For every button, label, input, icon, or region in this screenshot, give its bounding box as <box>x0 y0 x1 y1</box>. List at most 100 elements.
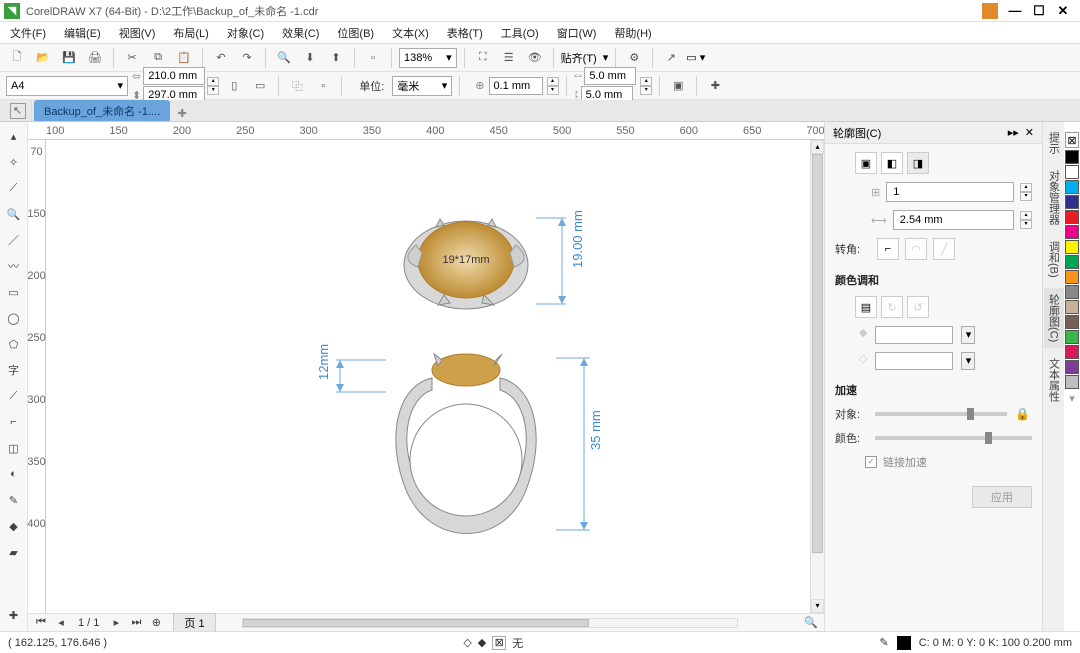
menu-layout[interactable]: 布局(L) <box>169 23 212 43</box>
color-swatch[interactable] <box>1065 330 1079 344</box>
cw-blend-icon[interactable]: ↻ <box>881 296 903 318</box>
outline-pen-icon[interactable]: ✎ <box>880 636 889 649</box>
document-tab[interactable]: Backup_of_未命名 -1.... <box>34 100 170 121</box>
export-icon[interactable]: ⬆ <box>325 47 347 69</box>
user-icon[interactable] <box>982 3 998 19</box>
text-tool-icon[interactable]: 字 <box>4 360 24 380</box>
canvas[interactable]: 19*17mm 19.00 mm <box>46 140 810 613</box>
menu-help[interactable]: 帮助(H) <box>610 23 655 43</box>
interactive-fill-icon[interactable]: ◆ <box>4 516 24 536</box>
print-icon[interactable]: 🖨 <box>84 47 106 69</box>
fill-color-dropdown[interactable]: ▾ <box>961 352 975 370</box>
vertical-scrollbar[interactable]: ▴ ▾ <box>810 140 824 613</box>
cut-icon[interactable]: ✂ <box>121 47 143 69</box>
hints-tab[interactable]: 提示 <box>1044 126 1064 160</box>
fill-indicator-icon2[interactable]: ◆ <box>478 636 486 649</box>
docker-close-icon[interactable]: ✕ <box>1025 126 1034 139</box>
blend-tab[interactable]: 调和(B) <box>1044 235 1064 284</box>
zoom-select[interactable]: 138%▾ <box>399 48 457 68</box>
all-pages-icon[interactable]: ⿻ <box>286 75 308 97</box>
paste-icon[interactable]: 📋 <box>173 47 195 69</box>
nav-zoom-icon[interactable]: 🔍 <box>804 616 818 630</box>
quick-customize-icon[interactable]: ✚ <box>4 605 24 625</box>
zoom-tool-icon[interactable]: 🔍 <box>4 204 24 224</box>
minimize-button[interactable]: — <box>1008 4 1022 18</box>
no-color-swatch[interactable]: ⊠ <box>1065 132 1079 148</box>
launch-icon[interactable]: ↗ <box>660 47 682 69</box>
nudge-input[interactable]: 0.1 mm <box>489 77 543 95</box>
copy-icon[interactable]: ⧉ <box>147 47 169 69</box>
crop-tool-icon[interactable]: ⟋ <box>4 178 24 198</box>
color-swatch[interactable] <box>1065 315 1079 329</box>
menu-file[interactable]: 文件(F) <box>6 23 50 43</box>
current-page-icon[interactable]: ▫ <box>312 75 334 97</box>
publish-pdf-icon[interactable]: ▫ <box>362 47 384 69</box>
color-swatch[interactable] <box>1065 360 1079 374</box>
pick-tool-icon[interactable]: ▴ <box>4 126 24 146</box>
color-swatch[interactable] <box>1065 150 1079 164</box>
page-size-select[interactable]: A4▾ <box>6 76 128 96</box>
transparency-icon[interactable]: ◐ <box>4 464 24 484</box>
page-last-button[interactable]: ⏭ <box>129 616 143 630</box>
new-tab-button[interactable]: ✚ <box>174 105 190 121</box>
fill-indicator-icon[interactable]: ◇ <box>463 636 471 649</box>
redo-icon[interactable]: ↷ <box>236 47 258 69</box>
close-button[interactable]: ✕ <box>1056 4 1070 18</box>
color-swatch[interactable] <box>1065 180 1079 194</box>
page-first-button[interactable]: ⏮ <box>34 616 48 630</box>
connector-tool-icon[interactable]: ⌐ <box>4 412 24 432</box>
new-icon[interactable]: 🗋 <box>6 47 28 69</box>
color-swatch[interactable] <box>1065 240 1079 254</box>
menu-object[interactable]: 对象(C) <box>223 23 268 43</box>
ccw-blend-icon[interactable]: ↺ <box>907 296 929 318</box>
freehand-tool-icon[interactable]: ／ <box>4 230 24 250</box>
horizontal-scrollbar[interactable] <box>242 618 738 628</box>
menu-window[interactable]: 窗口(W) <box>553 23 601 43</box>
drop-shadow-icon[interactable]: ◫ <box>4 438 24 458</box>
outline-color-swatch[interactable] <box>875 326 953 344</box>
options-icon[interactable]: ⚙ <box>623 47 645 69</box>
color-swatch[interactable] <box>1065 285 1079 299</box>
undo-icon[interactable]: ↶ <box>210 47 232 69</box>
rulers-icon[interactable]: ☰ <box>498 47 520 69</box>
page-add-button[interactable]: ⊕ <box>149 616 163 630</box>
treat-as-filled-icon[interactable]: ▣ <box>667 75 689 97</box>
page-prev-button[interactable]: ◂ <box>54 616 68 630</box>
add-preset-icon[interactable]: ✚ <box>704 75 726 97</box>
color-swatch[interactable] <box>1065 255 1079 269</box>
color-swatch[interactable] <box>1065 345 1079 359</box>
open-icon[interactable]: 📂 <box>32 47 54 69</box>
color-swatch[interactable] <box>1065 210 1079 224</box>
polygon-tool-icon[interactable]: ⬠ <box>4 334 24 354</box>
smart-fill-icon[interactable]: ▰ <box>4 542 24 562</box>
color-accel-slider[interactable] <box>875 436 1032 440</box>
ellipse-tool-icon[interactable]: ◯ <box>4 308 24 328</box>
bevel-corner-icon[interactable]: ╱ <box>933 238 955 260</box>
eyedropper-icon[interactable]: ✎ <box>4 490 24 510</box>
portrait-icon[interactable]: ▯ <box>223 75 245 97</box>
palette-scroll-down-icon[interactable]: ▾ <box>1069 392 1075 405</box>
text-properties-tab[interactable]: 文本属性 <box>1044 352 1064 408</box>
contour-outside-icon[interactable]: ◨ <box>907 152 929 174</box>
search-icon[interactable]: 🔍 <box>273 47 295 69</box>
docker-menu-icon[interactable]: ▸▸ <box>1008 126 1019 139</box>
contour-to-center-icon[interactable]: ▣ <box>855 152 877 174</box>
rectangle-tool-icon[interactable]: ▭ <box>4 282 24 302</box>
menu-table[interactable]: 表格(T) <box>443 23 487 43</box>
contour-steps-input[interactable]: 1 <box>886 182 1014 202</box>
color-swatch[interactable] <box>1065 270 1079 284</box>
layout-dropdown[interactable]: ▭ ▾ <box>686 51 705 64</box>
maximize-button[interactable]: ☐ <box>1032 4 1046 18</box>
contour-offset-input[interactable]: 2.54 mm <box>893 210 1014 230</box>
save-icon[interactable]: 💾 <box>58 47 80 69</box>
artistic-media-icon[interactable]: 〰 <box>4 256 24 276</box>
menu-edit[interactable]: 编辑(E) <box>60 23 105 43</box>
unit-select[interactable]: 毫米▾ <box>392 76 452 96</box>
parallel-dim-icon[interactable]: ⟋ <box>4 386 24 406</box>
contour-tab[interactable]: 轮廓图(C) <box>1044 288 1064 348</box>
color-swatch[interactable] <box>1065 300 1079 314</box>
menu-effects[interactable]: 效果(C) <box>278 23 323 43</box>
linear-blend-icon[interactable]: ▤ <box>855 296 877 318</box>
miter-corner-icon[interactable]: ⌐ <box>877 238 899 260</box>
dup-x-input[interactable]: 5.0 mm <box>584 67 636 85</box>
